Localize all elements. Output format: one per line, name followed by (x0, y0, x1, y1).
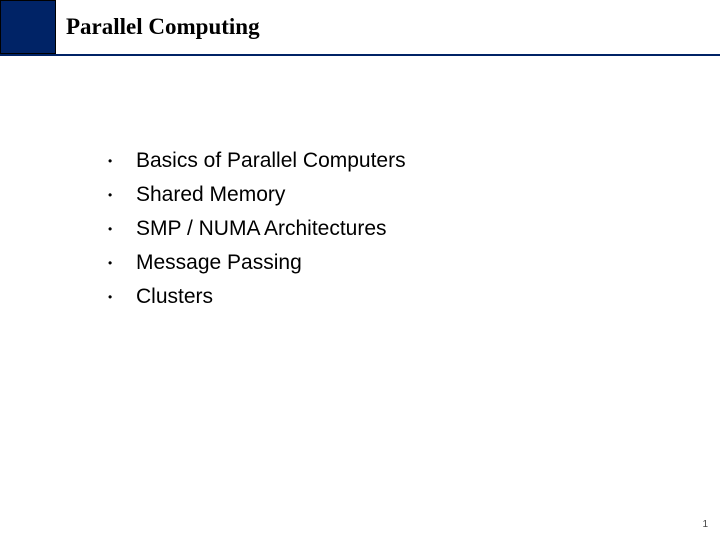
page-number: 1 (702, 519, 708, 530)
header-accent-square (0, 0, 56, 54)
bullet-icon: • (108, 250, 136, 276)
bullet-icon: • (108, 284, 136, 310)
bullet-icon: • (108, 148, 136, 174)
list-item: • Basics of Parallel Computers (108, 148, 406, 176)
list-item: • Shared Memory (108, 182, 406, 210)
slide-title: Parallel Computing (66, 14, 260, 40)
bullet-text: Clusters (136, 284, 213, 310)
header-rule (0, 54, 720, 56)
bullet-text: Shared Memory (136, 182, 285, 208)
bullet-icon: • (108, 182, 136, 208)
bullet-text: SMP / NUMA Architectures (136, 216, 387, 242)
bullet-text: Basics of Parallel Computers (136, 148, 406, 174)
list-item: • Message Passing (108, 250, 406, 278)
list-item: • Clusters (108, 284, 406, 312)
bullet-text: Message Passing (136, 250, 302, 276)
slide-body: • Basics of Parallel Computers • Shared … (108, 148, 406, 318)
list-item: • SMP / NUMA Architectures (108, 216, 406, 244)
slide-header: Parallel Computing (0, 0, 720, 64)
bullet-icon: • (108, 216, 136, 242)
